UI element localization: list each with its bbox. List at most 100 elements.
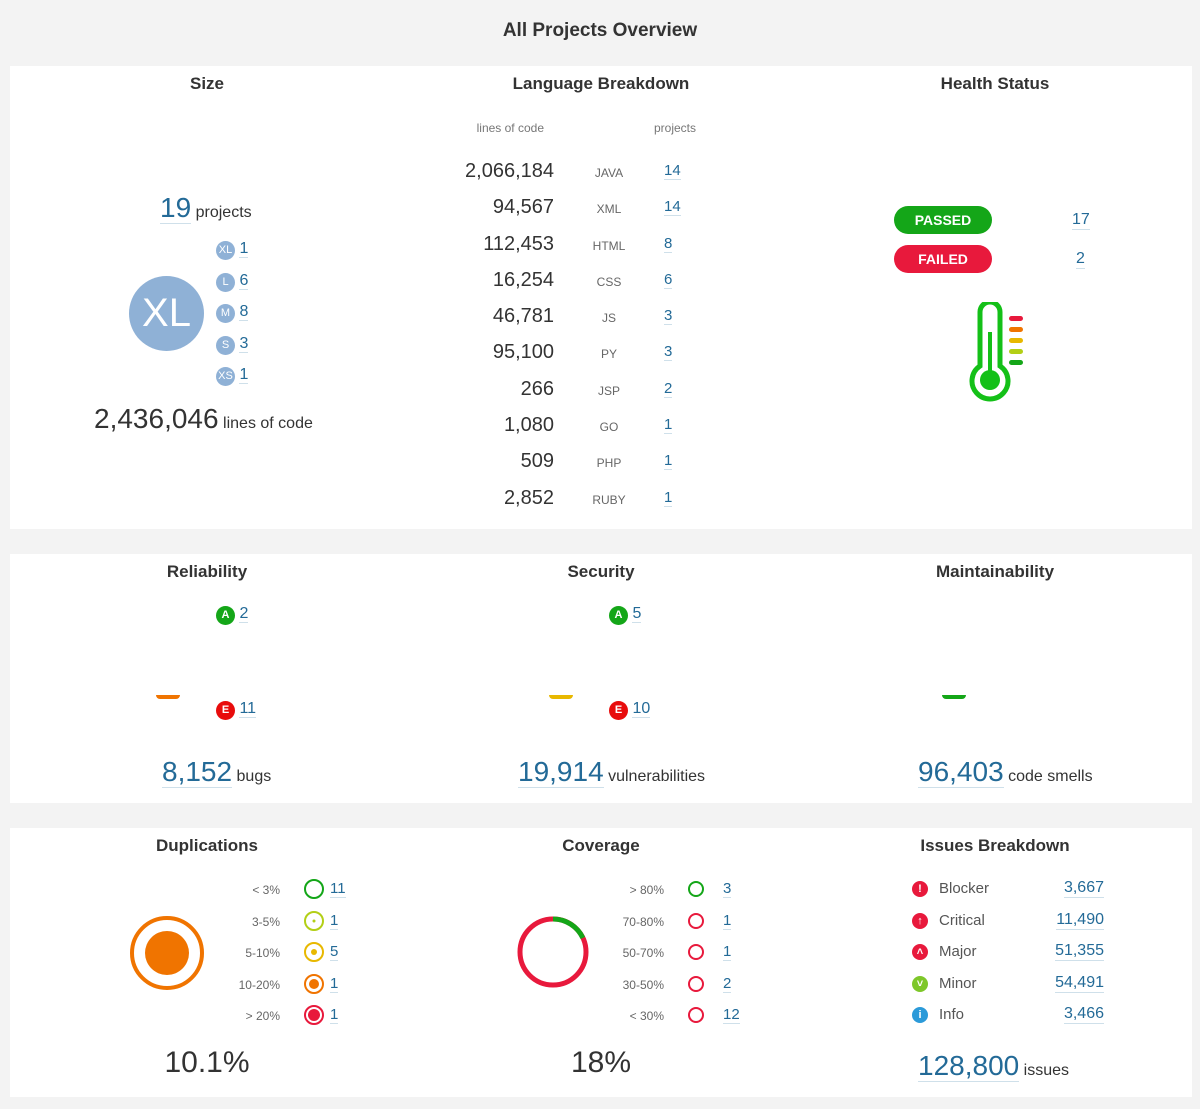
language-row: 2,852 RUBY 1 xyxy=(410,487,710,523)
grade-a-badge: A xyxy=(216,606,235,625)
languages-col-loc: lines of code xyxy=(476,121,544,135)
issue-count-link[interactable]: 3,466 xyxy=(1063,1005,1104,1024)
page-title: All Projects Overview xyxy=(502,20,698,41)
size-badge: XL xyxy=(216,241,235,260)
duplications-count-link[interactable]: 1 xyxy=(330,975,339,993)
duplications-range: 3-5% xyxy=(251,914,280,929)
language-projects-link[interactable]: 1 xyxy=(664,452,673,471)
loc-total: 2,436,046 lines of code xyxy=(94,403,313,435)
size-bucket-row: L 6 xyxy=(216,271,249,304)
issue-row: i Info 3,466 xyxy=(912,1005,1112,1037)
language-row: 94,567 XML 14 xyxy=(410,196,710,232)
language-projects-link[interactable]: 3 xyxy=(664,343,673,362)
language-name: CSS xyxy=(596,274,622,289)
bubble-dot xyxy=(309,978,319,989)
issue-count-link[interactable]: 54,491 xyxy=(1055,974,1104,993)
vulnerabilities-total: 19,914 vulnerabilities xyxy=(518,756,705,788)
coverage-circle-icon xyxy=(688,912,704,929)
bugs-count-link[interactable]: 8,152 xyxy=(162,756,233,788)
size-bucket-row: S 3 xyxy=(216,334,249,367)
reliability-worst-link[interactable]: 11 xyxy=(239,700,257,718)
size-bucket-link[interactable]: 1 xyxy=(239,366,249,384)
duplications-range: 5-10% xyxy=(245,946,280,960)
critical-icon: ↑ xyxy=(912,912,928,929)
size-bucket-link[interactable]: 1 xyxy=(239,240,249,258)
language-projects-link[interactable]: 3 xyxy=(664,307,673,326)
failed-count-link[interactable]: 2 xyxy=(1076,250,1085,269)
duplications-row: 5-10% 5 xyxy=(220,942,380,974)
code-smells-label: code smells xyxy=(1008,768,1093,785)
bubble-dot xyxy=(311,949,317,955)
coverage-count-link[interactable]: 1 xyxy=(723,912,732,930)
duplications-bubble xyxy=(130,916,204,990)
coverage-count-link[interactable]: 12 xyxy=(723,1006,740,1024)
language-loc: 509 xyxy=(520,450,554,473)
issues-count-link[interactable]: 128,800 xyxy=(918,1050,1020,1082)
coverage-count-link[interactable]: 3 xyxy=(723,880,732,898)
issues-label: issues xyxy=(1023,1062,1070,1079)
issue-count-link[interactable]: 3,667 xyxy=(1063,879,1104,898)
language-projects-link[interactable]: 8 xyxy=(664,235,673,253)
language-name: JSP xyxy=(597,383,620,398)
size-badge: M xyxy=(216,304,235,323)
bubble-dot xyxy=(308,1009,320,1021)
size-bucket-link[interactable]: 3 xyxy=(239,334,249,353)
issue-row: ˄ Major 51,355 xyxy=(912,942,1112,974)
projects-label: projects xyxy=(195,204,252,221)
security-worst-link[interactable]: 10 xyxy=(632,700,651,718)
health-failed-row: FAILED xyxy=(894,245,992,273)
languages-title: Language Breakdown xyxy=(512,74,690,93)
duplications-bubble-icon xyxy=(304,1005,324,1025)
coverage-count-link[interactable]: 1 xyxy=(723,943,732,961)
language-projects-link[interactable]: 14 xyxy=(664,198,681,217)
duplications-count-link[interactable]: 5 xyxy=(330,943,339,961)
size-buckets: XL 1 L 6 M 8 S 3 XS 1 xyxy=(216,240,249,398)
coverage-value: 18% xyxy=(570,1046,632,1079)
reliability-arc xyxy=(156,695,180,699)
coverage-count-link[interactable]: 2 xyxy=(723,975,732,993)
size-bucket-link[interactable]: 6 xyxy=(239,271,249,290)
passed-count-link[interactable]: 17 xyxy=(1072,211,1090,230)
coverage-donut xyxy=(517,916,589,988)
language-name: XML xyxy=(596,202,622,217)
language-name: RUBY xyxy=(592,492,626,507)
language-projects-link[interactable]: 1 xyxy=(664,489,673,507)
language-projects-link[interactable]: 14 xyxy=(664,162,681,180)
minor-icon: ˅ xyxy=(912,975,928,992)
language-projects-link[interactable]: 6 xyxy=(664,271,673,289)
size-bucket-row: XS 1 xyxy=(216,366,249,398)
security-worst: E 10 xyxy=(609,700,651,720)
coverage-legend: > 80% 3 70-80% 1 50-70% 1 30-50% 2 < 30% 12 xyxy=(604,879,764,1037)
language-loc: 1,080 xyxy=(503,414,554,437)
duplications-bubble-icon xyxy=(304,973,324,994)
language-projects-link[interactable]: 1 xyxy=(664,416,673,435)
size-bucket-link[interactable]: 8 xyxy=(239,303,249,321)
issues-total: 128,800 issues xyxy=(918,1050,1069,1082)
grade-e-badge: E xyxy=(609,701,628,720)
issue-severity-label: Info xyxy=(939,1006,965,1023)
language-projects-link[interactable]: 2 xyxy=(664,380,673,398)
projects-count-link[interactable]: 19 xyxy=(160,192,192,224)
coverage-row: < 30% 12 xyxy=(604,1005,764,1037)
coverage-range: < 30% xyxy=(629,1009,664,1023)
reliability-title: Reliability xyxy=(166,562,248,581)
reliability-best-link[interactable]: 2 xyxy=(239,605,249,623)
issue-count-link[interactable]: 51,355 xyxy=(1055,942,1104,961)
duplications-count-link[interactable]: 1 xyxy=(330,912,339,930)
language-loc: 94,567 xyxy=(492,196,554,219)
issue-count-link[interactable]: 11,490 xyxy=(1056,911,1104,930)
coverage-row: 30-50% 2 xyxy=(604,974,764,1006)
duplications-count-link[interactable]: 11 xyxy=(330,880,346,898)
coverage-range: 70-80% xyxy=(622,914,664,929)
overview-panel-middle: Reliability A 2 E 11 8,152 bugs Security… xyxy=(10,554,1192,803)
duplications-count-link[interactable]: 1 xyxy=(330,1006,339,1024)
security-best-link[interactable]: 5 xyxy=(632,605,642,623)
language-loc: 95,100 xyxy=(492,341,554,364)
code-smells-count-link[interactable]: 96,403 xyxy=(918,756,1004,788)
passed-pill: PASSED xyxy=(894,206,992,234)
issue-row: ˅ Minor 54,491 xyxy=(912,974,1112,1006)
language-name: GO xyxy=(599,420,619,435)
size-badge: XS xyxy=(216,367,235,386)
vulnerabilities-count-link[interactable]: 19,914 xyxy=(518,756,604,788)
language-loc: 112,453 xyxy=(483,232,554,255)
